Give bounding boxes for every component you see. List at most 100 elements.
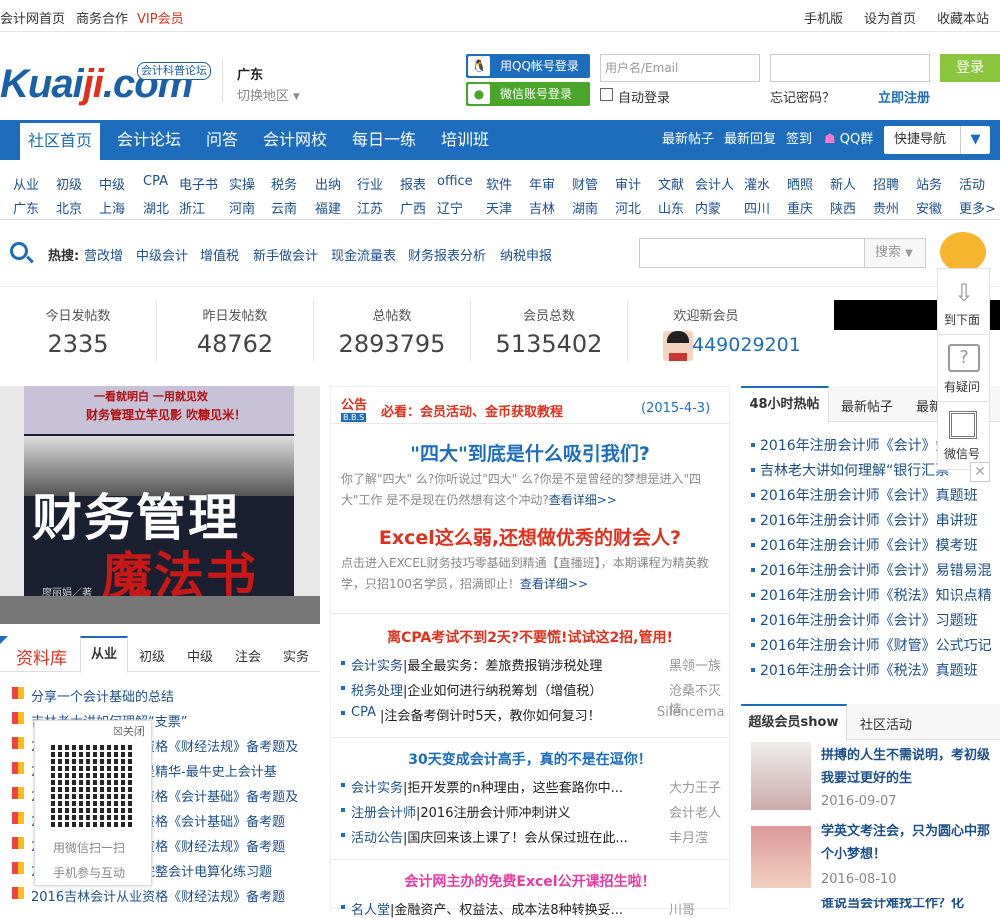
- nav-new-replies[interactable]: 最新回复: [724, 120, 776, 160]
- block-headline[interactable]: 会计网主办的免费Excel公开课招生啦！: [331, 871, 729, 891]
- topic-category[interactable]: CPA: [351, 705, 376, 720]
- feature-1-title[interactable]: "四大"到底是什么吸引我们?: [331, 439, 729, 466]
- nav-training[interactable]: 培训班: [441, 120, 489, 160]
- nav-community-home[interactable]: 社区首页: [20, 120, 100, 160]
- hot-search-word[interactable]: 增值税: [200, 245, 239, 264]
- login-button[interactable]: 登录: [940, 54, 1000, 82]
- topic-title[interactable]: |拒开发票的n种理由，这些套路你中...: [403, 777, 623, 796]
- notice-title[interactable]: 必看：会员活动、金币获取教程: [381, 401, 563, 420]
- category-link[interactable]: 年审: [529, 174, 555, 193]
- region-link[interactable]: 吉林: [529, 198, 555, 217]
- qq-login-button[interactable]: 🐧 用QQ帐号登录: [466, 54, 590, 78]
- region-link[interactable]: 陕西: [830, 198, 856, 217]
- topic-author[interactable]: 大力王子: [669, 777, 721, 796]
- username-input[interactable]: 用户名/Email: [600, 54, 760, 82]
- member-title-3[interactable]: 谁说当会计难找工作？化: [821, 898, 991, 909]
- hot-post-link[interactable]: 2016年注册会计师《财管》公式巧记: [760, 635, 996, 655]
- category-link[interactable]: 招聘: [873, 174, 899, 193]
- region-link[interactable]: 更多>: [959, 198, 996, 217]
- library-tab-zhongji[interactable]: 中级: [187, 646, 213, 665]
- library-item[interactable]: 分享一个会计基础的总结: [31, 686, 174, 705]
- region-link[interactable]: 上海: [99, 198, 125, 217]
- category-link[interactable]: 会计人: [695, 174, 734, 193]
- region-link[interactable]: 重庆: [787, 198, 813, 217]
- link-favorite[interactable]: 收藏本站: [937, 8, 989, 27]
- category-link[interactable]: 灌水: [744, 174, 770, 193]
- library-tab-cong[interactable]: 从业: [80, 636, 128, 673]
- category-link[interactable]: 活动: [959, 174, 985, 193]
- stat-value[interactable]: 449029201: [628, 334, 801, 356]
- to-bottom-button[interactable]: ⇩ 到下面: [938, 269, 989, 335]
- forgot-password-link[interactable]: 忘记密码？: [770, 87, 835, 106]
- category-link[interactable]: 初级: [56, 174, 82, 193]
- auto-login-checkbox[interactable]: [600, 88, 613, 101]
- nav-new-posts[interactable]: 最新帖子: [662, 120, 714, 160]
- password-input[interactable]: [770, 54, 930, 82]
- link-vip[interactable]: VIP会员: [137, 8, 184, 27]
- hot-post-link[interactable]: 2016年注册会计师《税法》知识点精: [760, 585, 996, 605]
- hot-search-word[interactable]: 现金流量表: [331, 245, 396, 264]
- category-link[interactable]: 新人: [830, 174, 856, 193]
- region-link[interactable]: 浙江: [179, 198, 205, 217]
- member-photo-1[interactable]: [751, 742, 811, 810]
- category-link[interactable]: 电子书: [179, 174, 218, 193]
- region-link[interactable]: 四川: [744, 198, 770, 217]
- topic-title[interactable]: |最全最实务：差旅费报销涉税处理: [403, 655, 602, 674]
- region-link[interactable]: 广西: [400, 198, 426, 217]
- tab-super-member[interactable]: 超级会员show: [741, 704, 847, 741]
- hot-search-word[interactable]: 营改增: [84, 245, 123, 264]
- hot-post-link[interactable]: 2016年注册会计师《会计》易错易混: [760, 560, 996, 580]
- link-site-home[interactable]: 会计网首页: [0, 8, 65, 27]
- category-link[interactable]: 财管: [572, 174, 598, 193]
- category-link[interactable]: 审计: [615, 174, 641, 193]
- category-link[interactable]: 晒照: [787, 174, 813, 193]
- region-link[interactable]: 安徽: [916, 198, 942, 217]
- new-member-avatar[interactable]: [663, 331, 693, 361]
- feature-2-title[interactable]: Excel这么弱,还想做优秀的财会人?: [331, 523, 729, 550]
- region-link[interactable]: 福建: [315, 198, 341, 217]
- tab-community-events[interactable]: 社区活动: [860, 714, 912, 733]
- nav-checkin[interactable]: 签到: [786, 120, 812, 160]
- link-mobile[interactable]: 手机版: [804, 8, 843, 27]
- region-link[interactable]: 河南: [229, 198, 255, 217]
- link-business[interactable]: 商务合作: [76, 8, 128, 27]
- switch-region[interactable]: 切换地区 ▾: [237, 85, 300, 104]
- member-title-1[interactable]: 拼搏的人生不需说明，考初级我要过更好的生: [821, 744, 991, 790]
- hot-search-word[interactable]: 中级会计: [136, 245, 188, 264]
- library-item[interactable]: 2016吉林会计从业资格《财经法规》备考题: [31, 886, 285, 905]
- quick-nav-dropdown[interactable]: 快捷导航 ▼: [884, 126, 990, 154]
- feature-2-more[interactable]: 查看详细>>: [520, 577, 588, 591]
- tab-48h-hot[interactable]: 48小时热帖: [741, 386, 829, 423]
- hot-post-link[interactable]: 2016年注册会计师《税法》真题班: [760, 660, 996, 680]
- qr-close-button[interactable]: ☒关闭: [113, 723, 145, 739]
- register-link[interactable]: 立即注册: [878, 87, 930, 106]
- topic-author[interactable]: 丰月滢: [669, 827, 708, 846]
- category-link[interactable]: 税务: [271, 174, 297, 193]
- library-tab-zhuhui[interactable]: 注会: [235, 646, 261, 665]
- hot-search-word[interactable]: 纳税申报: [500, 245, 552, 264]
- nav-qq-group[interactable]: ☗ QQ群: [824, 120, 873, 160]
- category-link[interactable]: 行业: [357, 174, 383, 193]
- region-link[interactable]: 广东: [13, 198, 39, 217]
- library-tab-shiwu[interactable]: 实务: [283, 646, 309, 665]
- wechat-login-button[interactable]: ● 微信账号登录: [466, 82, 590, 106]
- topic-category[interactable]: 会计实务: [351, 777, 403, 796]
- category-link[interactable]: 软件: [486, 174, 512, 193]
- region-link[interactable]: 辽宁: [437, 198, 463, 217]
- region-link[interactable]: 湖南: [572, 198, 598, 217]
- topic-category[interactable]: 税务处理: [351, 680, 403, 699]
- category-link[interactable]: 文献: [658, 174, 684, 193]
- region-link[interactable]: 江苏: [357, 198, 383, 217]
- ask-button[interactable]: ? 有疑问: [938, 336, 989, 402]
- member-title-2[interactable]: 学英文考注会，只为圆心中那个小梦想！: [821, 820, 991, 866]
- region-link[interactable]: 内蒙: [695, 198, 721, 217]
- member-photo-2[interactable]: [751, 826, 811, 888]
- region-link[interactable]: 天津: [486, 198, 512, 217]
- wechat-id-button[interactable]: 微信号: [938, 403, 989, 469]
- category-link[interactable]: CPA: [143, 174, 168, 189]
- region-link[interactable]: 云南: [271, 198, 297, 217]
- search-type-select[interactable]: 搜索 ▼: [864, 238, 926, 268]
- hot-post-link[interactable]: 2016年注册会计师《会计》真题班: [760, 485, 996, 505]
- nav-forum[interactable]: 会计论坛: [117, 120, 181, 160]
- category-link[interactable]: 从业: [13, 174, 39, 193]
